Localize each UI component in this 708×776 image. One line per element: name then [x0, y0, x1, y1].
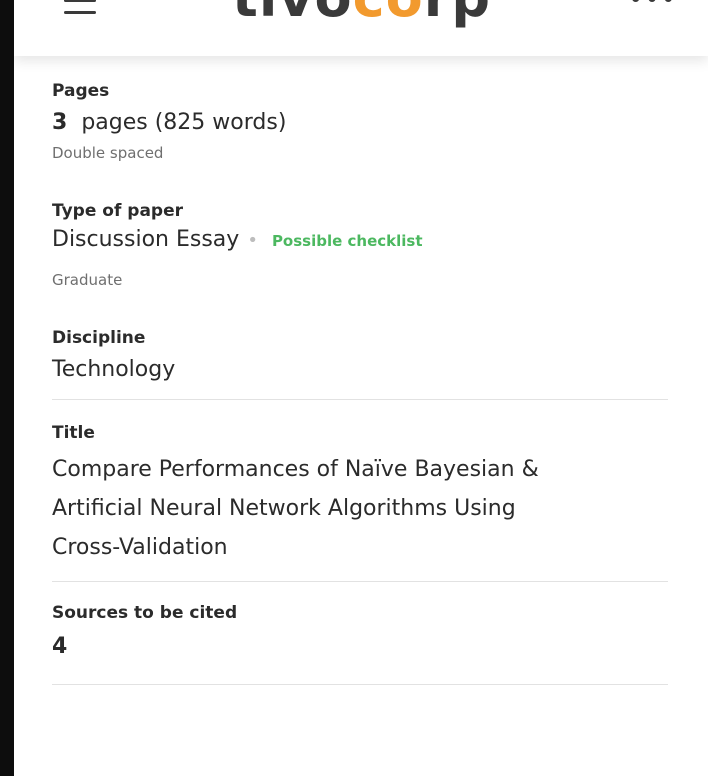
title-field: Title Compare Performances of Naïve Baye…: [52, 422, 672, 567]
top-app-bar: tivocorp •••: [14, 0, 708, 56]
pages-spacing: Double spaced: [52, 144, 164, 162]
title-line: Artificial Neural Network Algorithms Usi…: [52, 496, 516, 521]
sources-label: Sources to be cited: [52, 603, 238, 623]
title-value: Compare Performances of Naïve Bayesian &…: [52, 450, 672, 567]
divider: [52, 581, 668, 582]
more-dots-icon[interactable]: •••: [628, 0, 676, 13]
title-line: Compare Performances of Naïve Bayesian &: [52, 457, 539, 482]
separator-dot: •: [247, 230, 258, 251]
type-of-paper-field: Type of paper Discussion Essay • Possible …: [52, 200, 672, 291]
order-details-screen: tivocorp ••• Pages 3 pages (825 words) D…: [14, 0, 708, 776]
logo-text-accent: co: [353, 0, 424, 29]
type-of-paper-label: Type of paper: [52, 201, 183, 221]
divider: [52, 684, 668, 685]
hamburger-icon[interactable]: [64, 0, 98, 24]
academic-level: Graduate: [52, 271, 123, 289]
pages-label: Pages: [52, 81, 110, 101]
title-label: Title: [52, 423, 95, 443]
pages-count: 3: [52, 110, 68, 135]
discipline-field: Discipline Technology: [52, 327, 672, 385]
pages-words: pages (825 words): [81, 110, 287, 135]
sources-field: Sources to be cited 4: [52, 602, 672, 662]
order-details: Pages 3 pages (825 words) Double spaced …: [52, 80, 672, 685]
discipline-label: Discipline: [52, 328, 146, 348]
type-of-paper-value-row: Discussion Essay • Possible checklist: [52, 225, 672, 256]
divider: [52, 399, 668, 400]
pages-field: Pages 3 pages (825 words) Double spaced: [52, 80, 672, 164]
logo-text-main: tivo: [232, 0, 353, 29]
pages-value: 3 pages (825 words): [52, 108, 672, 138]
logo[interactable]: tivocorp: [232, 0, 491, 29]
logo-text-tail: rp: [424, 0, 491, 29]
discipline-value: Technology: [52, 357, 176, 382]
possible-checklist-link[interactable]: Possible checklist: [272, 232, 423, 250]
title-line: Cross-Validation: [52, 535, 228, 560]
type-of-paper-value: Discussion Essay: [52, 227, 240, 252]
sources-value: 4: [52, 634, 68, 659]
